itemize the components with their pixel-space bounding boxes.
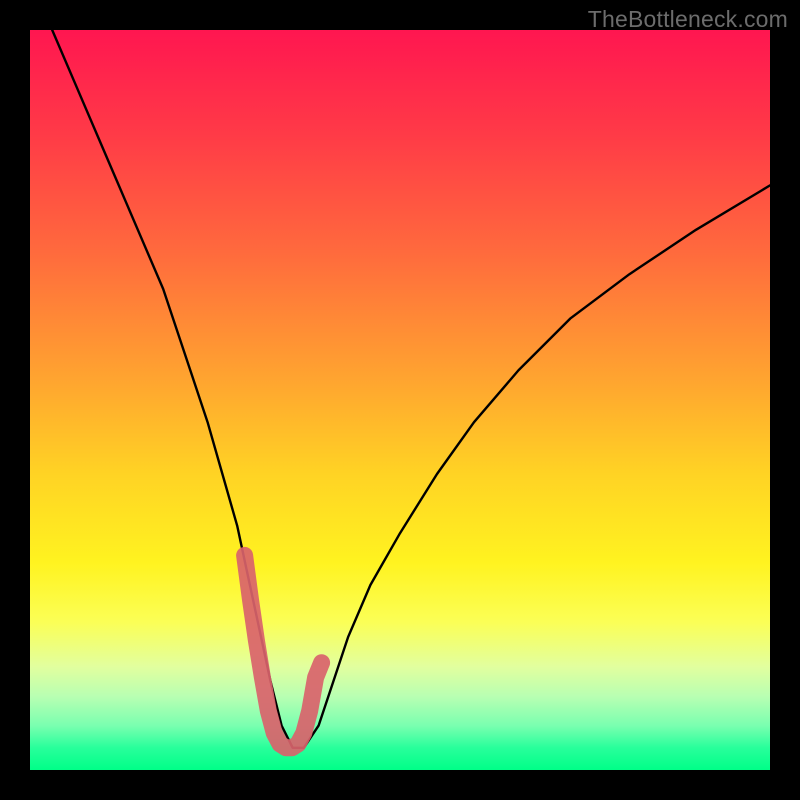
- chart-svg: [30, 30, 770, 770]
- watermark-text: TheBottleneck.com: [588, 6, 788, 33]
- chart-area: [30, 30, 770, 770]
- sweet-spot-path: [245, 555, 322, 747]
- bottleneck-curve-path: [52, 30, 770, 748]
